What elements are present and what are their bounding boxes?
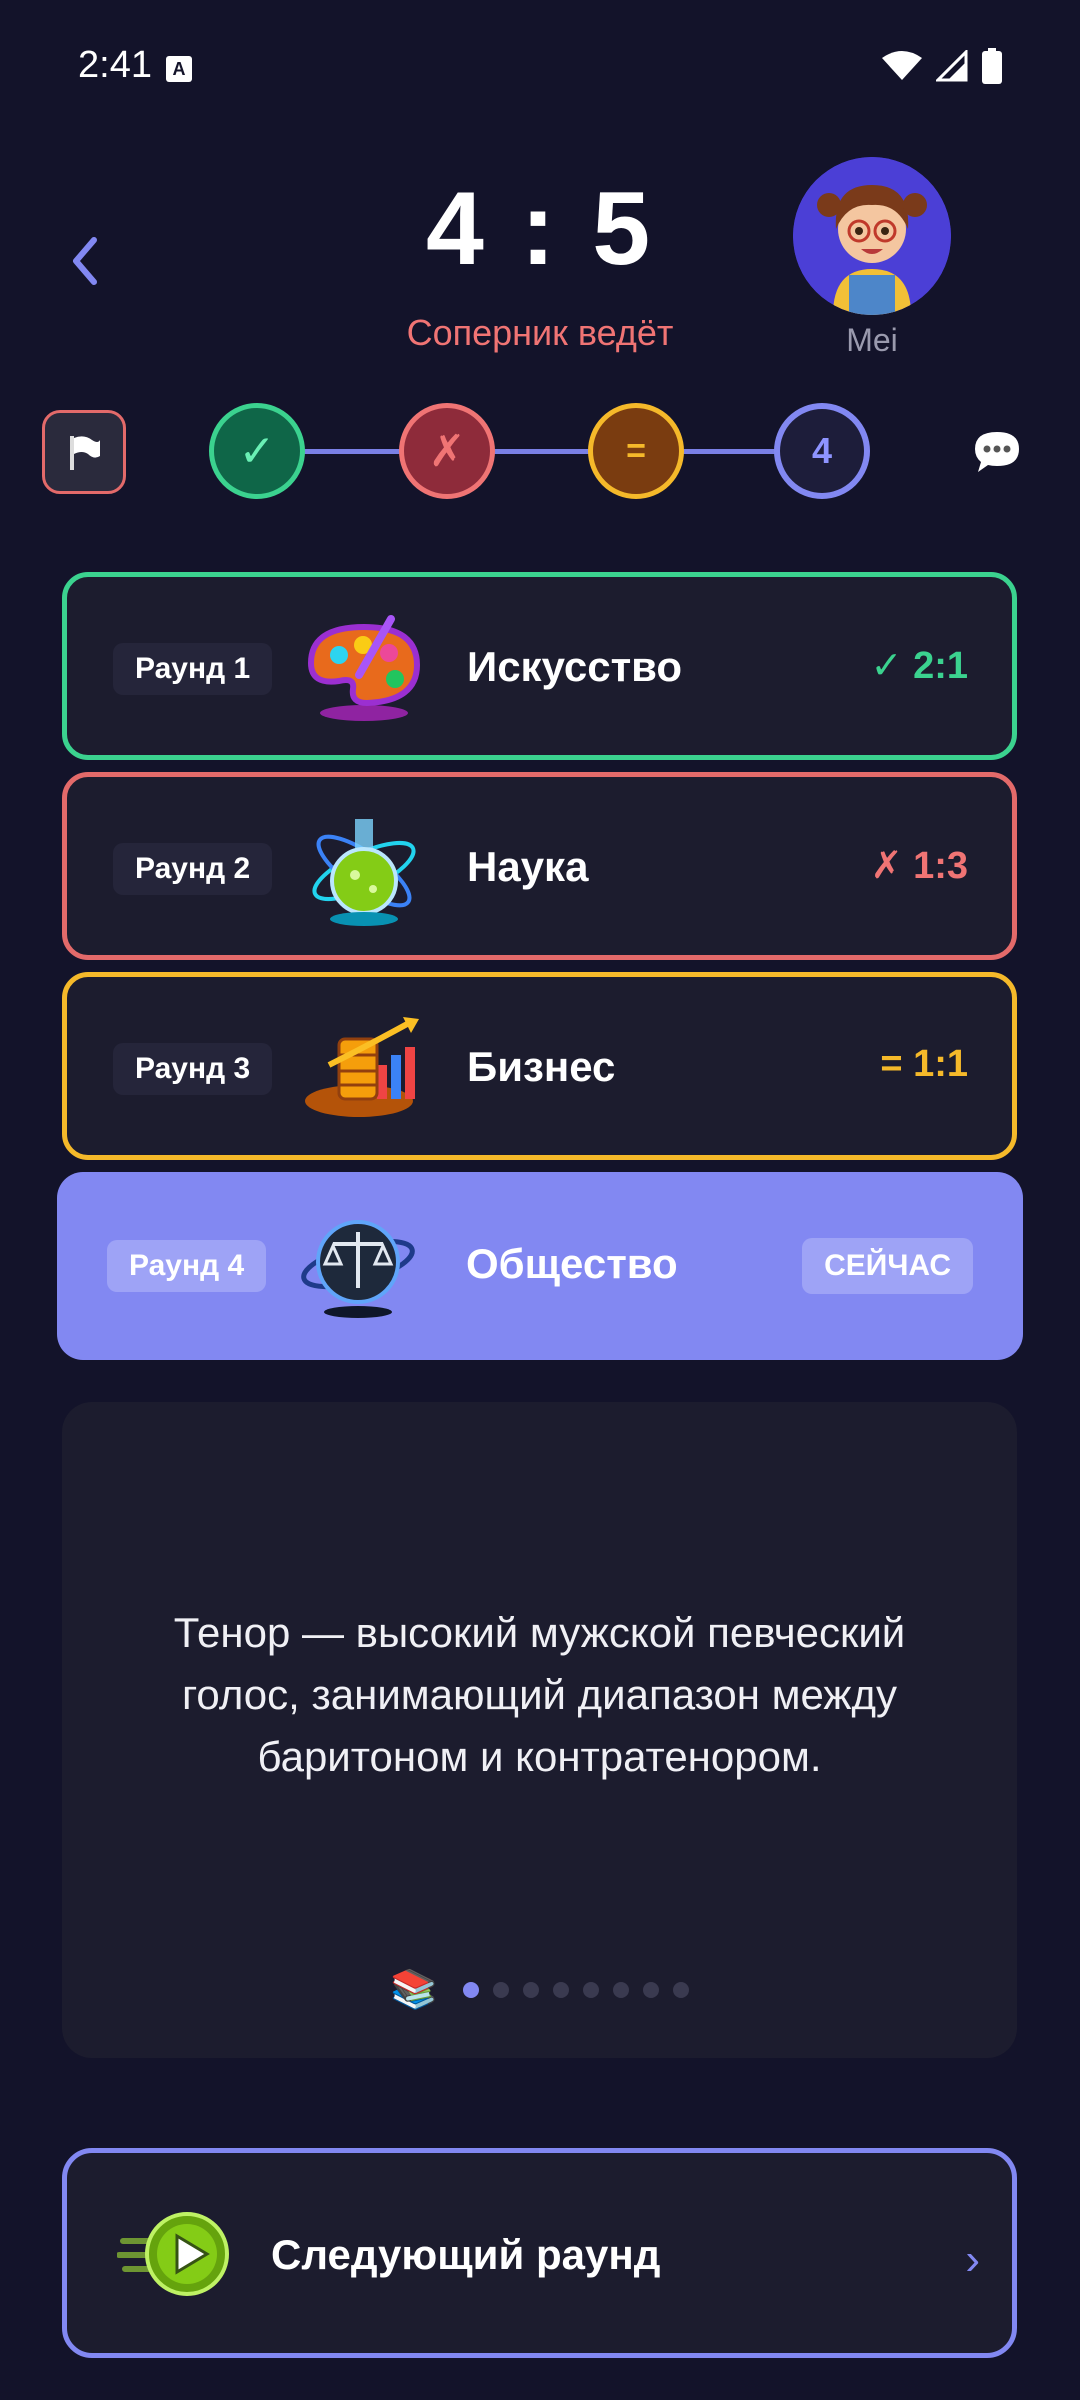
progress-step-3: =: [588, 403, 684, 499]
page-dot[interactable]: [673, 1982, 690, 1998]
round-category: Общество: [466, 1240, 678, 1287]
current-round-badge: СЕЙЧАС: [802, 1238, 973, 1294]
status-icons: [882, 48, 1002, 84]
status-time: 2:41: [78, 44, 152, 86]
notification-icon: A: [166, 56, 192, 82]
round-card-1[interactable]: Раунд 1 Искусство ✓ 2:1: [62, 572, 1017, 760]
chevron-right-icon: ›: [965, 2235, 980, 2284]
round-category: Наука: [467, 843, 589, 890]
match-status: Соперник ведёт: [406, 312, 674, 353]
round-card-2[interactable]: Раунд 2 Наука ✗ 1:3: [62, 772, 1017, 960]
round-card-4[interactable]: Раунд 4 Общество СЕЙЧАС: [57, 1172, 1023, 1360]
round-label: Раунд 4: [107, 1240, 267, 1292]
round-result: ✗ 1:3: [870, 845, 968, 887]
progress-step-2: ✗: [399, 403, 495, 499]
play-icon: [117, 2212, 229, 2296]
scales-icon: [301, 1220, 415, 1318]
back-button[interactable]: [60, 226, 110, 296]
page-dot[interactable]: [523, 1982, 540, 1998]
progress-connector: [682, 449, 776, 454]
chevron-left-icon: [73, 237, 97, 285]
round-result: ✓ 2:1: [870, 645, 968, 687]
page-dot[interactable]: [613, 1982, 630, 1998]
page-dot[interactable]: [583, 1982, 600, 1998]
round-category: Искусство: [467, 643, 683, 690]
next-round-label: Следующий раунд: [271, 2231, 661, 2278]
match-score: 4 : 5: [425, 171, 655, 287]
white-flag-icon: [70, 436, 100, 470]
page-dot[interactable]: [493, 1982, 510, 1998]
books-icon: 📚: [390, 1969, 438, 2011]
round-label: Раунд 3: [113, 1043, 273, 1095]
round-result: = 1:1: [880, 1043, 968, 1085]
fact-pagination: 📚: [390, 1968, 690, 2012]
speech-bubble-icon: [975, 432, 1019, 472]
palette-icon: [307, 615, 421, 721]
battery-icon: [982, 48, 1002, 84]
chat-button[interactable]: [957, 410, 1037, 494]
progress-connector: [493, 449, 590, 454]
wifi-icon: [882, 51, 922, 80]
progress-step-1: ✓: [209, 403, 305, 499]
page-dot[interactable]: [463, 1982, 480, 1998]
next-round-button[interactable]: Следующий раунд ›: [62, 2148, 1017, 2358]
fact-card[interactable]: Тенор — высокий мужской певческий голос,…: [62, 1402, 1017, 2058]
flask-icon: [312, 819, 416, 926]
round-label: Раунд 2: [113, 843, 273, 895]
status-bar: 2:41 A: [0, 0, 1080, 130]
round-label: Раунд 1: [113, 643, 273, 695]
page-dot[interactable]: [643, 1982, 660, 1998]
fact-text: Тенор — высокий мужской певческий голос,…: [173, 1609, 906, 1780]
signal-icon: [936, 50, 968, 82]
progress-connector: [303, 449, 401, 454]
coins-chart-icon: [305, 1017, 419, 1117]
page-dot[interactable]: [553, 1982, 570, 1998]
round-category: Бизнес: [467, 1043, 616, 1090]
round-card-3[interactable]: Раунд 3 Бизнес = 1:1: [62, 972, 1017, 1160]
opponent-name: Mei: [846, 322, 898, 358]
surrender-button[interactable]: [42, 410, 126, 494]
avatar-girl-icon: [793, 157, 951, 315]
opponent-avatar[interactable]: [793, 157, 951, 315]
progress-step-4: 4: [774, 403, 870, 499]
